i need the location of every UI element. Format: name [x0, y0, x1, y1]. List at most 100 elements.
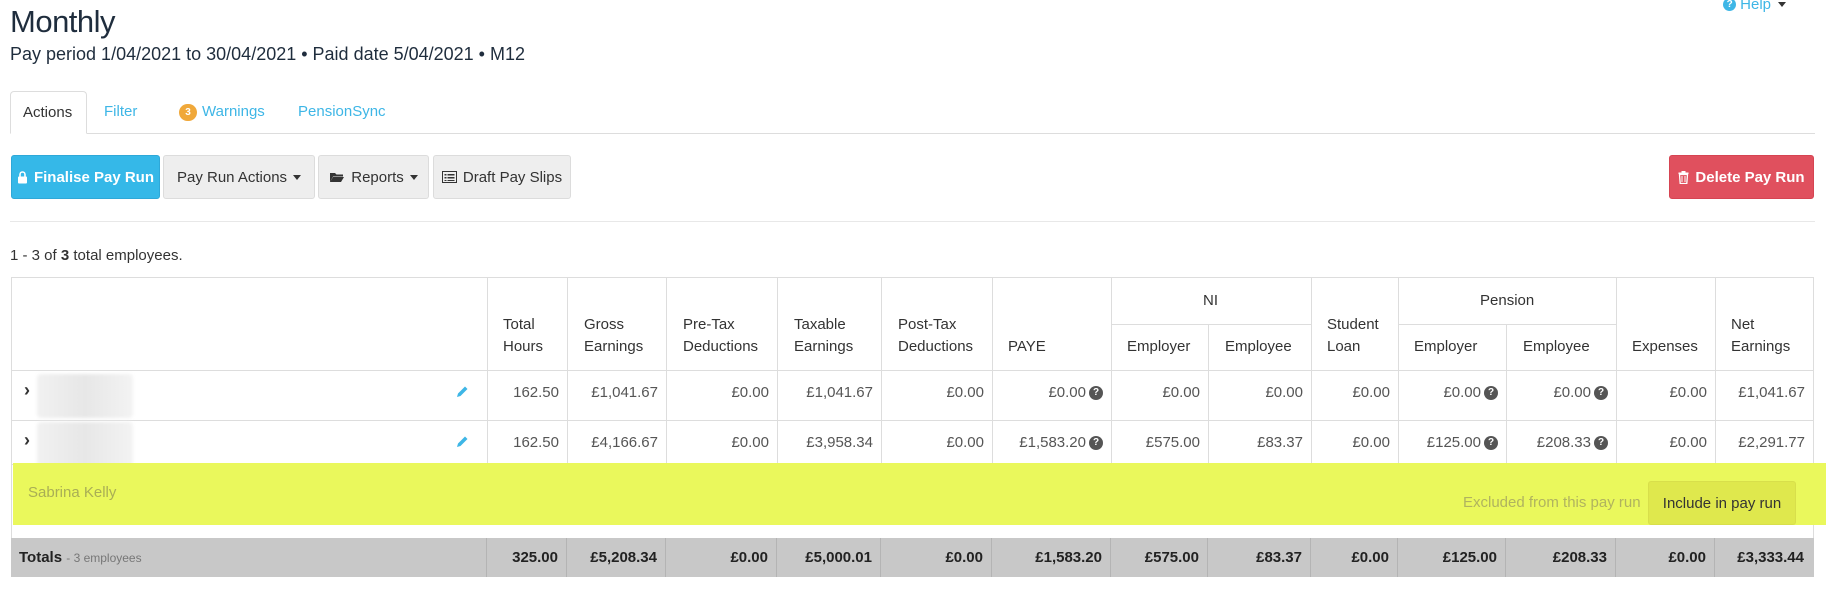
total-pretax: £0.00 [730, 549, 768, 566]
cell-net: £2,291.77 [1738, 434, 1805, 451]
include-in-pay-run-button[interactable]: Include in pay run [1648, 481, 1796, 525]
trash-icon [1678, 170, 1689, 184]
cell-paye: £1,583.20? [993, 434, 1103, 451]
total-hours: 325.00 [512, 549, 558, 566]
header-taxable-earnings: Taxable Earnings [794, 316, 854, 355]
toolbar: Finalise Pay Run Pay Run Actions Reports… [0, 155, 1826, 199]
header-paye: PAYE [1008, 338, 1046, 355]
help-label: Help [1740, 0, 1771, 13]
cell-posttax: £0.00 [946, 434, 984, 451]
tab-pensionsync[interactable]: PensionSync [286, 91, 398, 133]
header-ni: NI [1203, 292, 1218, 309]
warnings-count-badge: 3 [179, 103, 197, 121]
tab-bar: Actions Filter 3 Warnings PensionSync [10, 91, 1815, 134]
excluded-note: Excluded from this pay run [1463, 494, 1641, 511]
cell-pension-employee: £208.33? [1507, 434, 1608, 451]
totals-label: Totals - 3 employees [19, 549, 142, 566]
tab-label: Actions [23, 104, 73, 121]
total-gross: £5,208.34 [590, 549, 657, 566]
total-expenses: £0.00 [1668, 549, 1706, 566]
draft-pay-slips-button[interactable]: Draft Pay Slips [433, 155, 571, 199]
button-label: Pay Run Actions [176, 168, 288, 186]
header-pension-employee: Employee [1523, 338, 1590, 355]
totals-row: Totals - 3 employees 325.00 £5,208.34 £0… [11, 538, 1814, 577]
button-label: Finalise Pay Run [33, 168, 155, 186]
question-icon[interactable]: ? [1484, 436, 1498, 451]
header-divider [12, 370, 1813, 371]
list-alt-icon [441, 171, 457, 183]
employee-count: 1 - 3 of 3 total employees. [10, 247, 183, 264]
cell-pension-employee: £0.00? [1507, 384, 1608, 401]
employee-name-redacted[interactable] [37, 374, 133, 418]
row-divider [12, 420, 1813, 421]
tab-label: Warnings [202, 103, 265, 120]
count-prefix: 1 - 3 of [10, 247, 57, 264]
section-divider [10, 221, 1815, 222]
cell-hours: 162.50 [513, 434, 559, 451]
button-label: Delete Pay Run [1695, 168, 1805, 186]
total-pension-employer: £125.00 [1442, 549, 1497, 566]
question-icon[interactable]: ? [1484, 386, 1498, 401]
header-ni-employee: Employee [1225, 338, 1292, 355]
question-icon[interactable]: ? [1089, 436, 1103, 451]
cell-ni-employer: £0.00 [1162, 384, 1200, 401]
tab-warnings[interactable]: 3 Warnings [167, 91, 277, 133]
cell-ni-employee: £0.00 [1265, 384, 1303, 401]
caret-down-icon [409, 174, 418, 180]
tab-filter[interactable]: Filter [92, 91, 149, 133]
header-student-loan: Student Loan [1327, 316, 1379, 355]
cell-taxable: £3,958.34 [806, 434, 873, 451]
question-icon[interactable]: ? [1089, 386, 1103, 401]
cell-ni-employee: £83.37 [1257, 434, 1303, 451]
cell-gross: £4,166.67 [591, 434, 658, 451]
cell-paye: £0.00? [993, 384, 1103, 401]
question-icon[interactable]: ? [1594, 436, 1608, 451]
reports-dropdown[interactable]: Reports [318, 155, 429, 199]
pension-group-line [1398, 324, 1616, 325]
tab-label: PensionSync [298, 103, 386, 120]
chevron-right-icon[interactable]: › [24, 380, 30, 401]
pay-run-actions-dropdown[interactable]: Pay Run Actions [163, 155, 315, 199]
pencil-icon[interactable] [455, 385, 469, 399]
header-pretax-deductions: Pre-Tax Deductions [683, 316, 759, 355]
total-ni-employer: £575.00 [1144, 549, 1199, 566]
caret-down-icon [293, 174, 302, 180]
total-posttax: £0.00 [945, 549, 983, 566]
total-ni-employee: £83.37 [1256, 549, 1302, 566]
chevron-right-icon[interactable]: › [24, 430, 30, 451]
delete-pay-run-button[interactable]: Delete Pay Run [1669, 155, 1814, 199]
header-expenses: Expenses [1632, 338, 1698, 355]
tab-actions[interactable]: Actions [10, 91, 87, 134]
total-net: £3,333.44 [1737, 549, 1804, 566]
cell-pretax: £0.00 [731, 434, 769, 451]
finalise-pay-run-button[interactable]: Finalise Pay Run [11, 155, 160, 199]
header-total-hours: Total Hours [503, 316, 544, 355]
cell-gross: £1,041.67 [591, 384, 658, 401]
help-dropdown[interactable]: ? Help [1723, 0, 1786, 13]
page-title: Monthly [10, 4, 116, 39]
cell-posttax: £0.00 [946, 384, 984, 401]
count-suffix: total employees. [73, 247, 183, 264]
header-posttax-deductions: Post-Tax Deductions [898, 316, 974, 355]
total-paye: £1,583.20 [1035, 549, 1102, 566]
caret-down-icon [1778, 2, 1786, 7]
pay-period-subtitle: Pay period 1/04/2021 to 30/04/2021 • Pai… [10, 44, 525, 64]
lock-icon [17, 170, 27, 183]
pencil-icon[interactable] [455, 435, 469, 449]
button-label: Draft Pay Slips [462, 168, 563, 186]
cell-pretax: £0.00 [731, 384, 769, 401]
ni-group-line [1111, 324, 1311, 325]
cell-ni-employer: £575.00 [1145, 434, 1200, 451]
question-icon[interactable]: ? [1594, 386, 1608, 401]
header-ni-employer: Employer [1127, 338, 1191, 355]
total-taxable: £5,000.01 [805, 549, 872, 566]
total-pension-employee: £208.33 [1552, 549, 1607, 566]
header-pension-employer: Employer [1414, 338, 1478, 355]
excluded-employee-name: Sabrina Kelly [28, 484, 117, 501]
employee-name-redacted[interactable] [37, 422, 133, 466]
tab-label: Filter [104, 103, 138, 120]
header-net-earnings: Net Earnings [1731, 316, 1791, 355]
header-gross-earnings: Gross Earnings [584, 316, 644, 355]
cell-net: £1,041.67 [1738, 384, 1805, 401]
cell-taxable: £1,041.67 [806, 384, 873, 401]
